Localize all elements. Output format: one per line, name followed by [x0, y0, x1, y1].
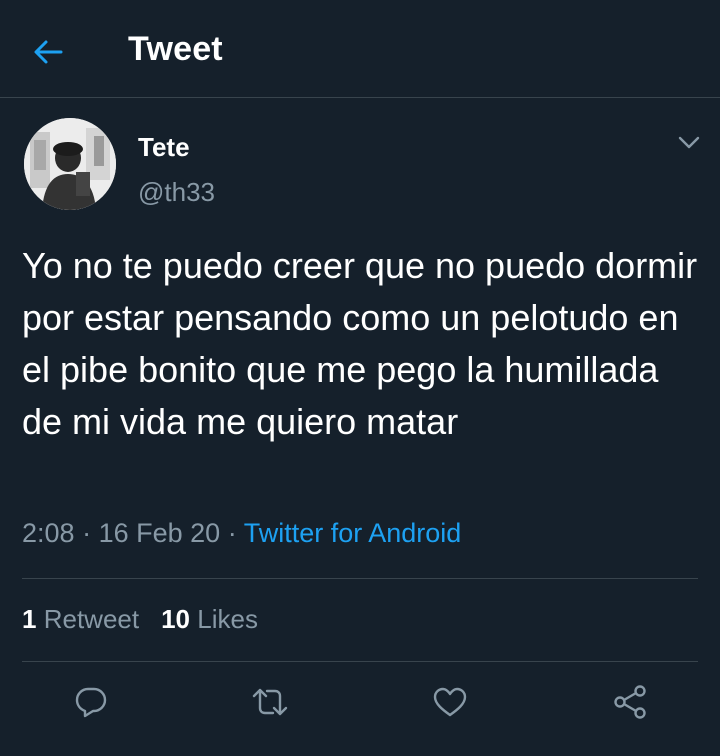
top-app-bar: Tweet — [0, 0, 720, 98]
heart-icon — [433, 687, 467, 717]
likes-stat[interactable]: 10 Likes — [161, 604, 258, 634]
chevron-down-icon — [678, 136, 700, 149]
tweet-menu-button[interactable] — [674, 128, 704, 158]
back-button[interactable] — [28, 32, 68, 72]
retweet-button[interactable] — [248, 680, 292, 724]
reply-icon — [75, 687, 107, 718]
retweets-label: Retweet — [43, 604, 140, 634]
page-title: Tweet — [128, 30, 223, 68]
tweet-stats: 1 Retweet 10 Likes — [22, 604, 258, 635]
likes-count: 10 — [161, 604, 191, 634]
likes-label: Likes — [197, 604, 258, 634]
avatar-image — [24, 118, 116, 210]
meta-separator: · — [227, 518, 237, 548]
share-icon — [614, 685, 646, 719]
like-button[interactable] — [428, 680, 472, 724]
author-handle[interactable]: @th33 — [138, 177, 215, 208]
tweet-source-link[interactable]: Twitter for Android — [244, 518, 462, 548]
author-name[interactable]: Tete — [138, 132, 190, 163]
tweet-text: Yo no te puedo creer que no puedo dormir… — [22, 245, 698, 442]
retweets-count: 1 — [22, 604, 37, 634]
arrow-left-icon — [34, 40, 63, 64]
reply-button[interactable] — [69, 680, 113, 724]
share-button[interactable] — [608, 680, 652, 724]
retweet-icon — [252, 688, 288, 716]
tweet-action-bar — [0, 680, 720, 724]
tweet-time: 2:08 — [22, 518, 75, 548]
divider — [22, 578, 698, 579]
avatar[interactable] — [24, 118, 116, 210]
meta-separator: · — [82, 518, 92, 548]
retweets-stat[interactable]: 1 Retweet — [22, 604, 139, 634]
tweet-detail-screen: Tweet Tete @th33 Yo no te puedo creer qu… — [0, 0, 720, 756]
tweet-date: 16 Feb 20 — [98, 518, 221, 548]
divider — [22, 661, 698, 662]
tweet-metadata: 2:08 · 16 Feb 20 · Twitter for Android — [22, 518, 461, 549]
